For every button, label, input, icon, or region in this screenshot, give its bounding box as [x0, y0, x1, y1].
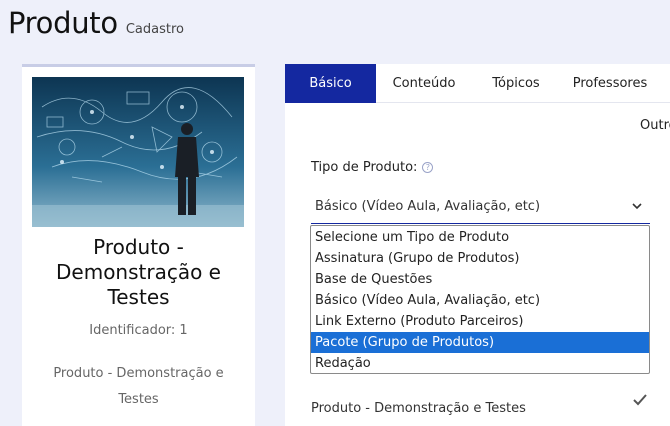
page-subtitle: Cadastro: [125, 22, 184, 37]
tipo-produto-label-text: Tipo de Produto:: [311, 160, 418, 175]
tipo-produto-select[interactable]: Básico (Vídeo Aula, Avaliação, etc): [311, 194, 650, 224]
chevron-down-icon: [632, 203, 642, 210]
dropdown-option[interactable]: Assinatura (Grupo de Produtos): [311, 248, 649, 269]
dropdown-option-highlighted[interactable]: Pacote (Grupo de Produtos): [311, 332, 649, 353]
dropdown-option[interactable]: Link Externo (Produto Parceiros): [311, 311, 649, 332]
dropdown-option[interactable]: Redação: [311, 353, 649, 374]
question-circle-icon[interactable]: ?: [422, 162, 434, 173]
page-header: Produto Cadastro: [8, 6, 184, 40]
tipo-produto-dropdown[interactable]: Selecione um Tipo de Produto Assinatura …: [310, 225, 650, 374]
produto-nome-value[interactable]: Produto - Demonstração e Testes: [311, 401, 526, 416]
product-description: Produto - Demonstração e Testes: [53, 366, 224, 407]
tab-topicos[interactable]: Tópicos: [472, 64, 560, 103]
tipo-produto-label: Tipo de Produto: ?: [311, 160, 434, 175]
product-name: Produto - Demonstração e Testes: [56, 235, 221, 309]
tab-bar: Básico Conteúdo Tópicos Professores: [285, 64, 670, 103]
product-identifier: Identificador: 1: [89, 323, 188, 338]
page-title: Produto: [8, 6, 118, 40]
product-image: [32, 77, 244, 227]
dropdown-option[interactable]: Base de Questões: [311, 269, 649, 290]
product-card: Produto - Demonstração e Testes Identifi…: [22, 64, 255, 426]
check-icon[interactable]: [633, 394, 647, 406]
tab-basico[interactable]: Básico: [285, 64, 376, 103]
tipo-produto-select-value: Básico (Vídeo Aula, Avaliação, etc): [315, 199, 541, 214]
dropdown-option[interactable]: Básico (Vídeo Aula, Avaliação, etc): [311, 290, 649, 311]
outro-label[interactable]: Outro: [640, 118, 670, 133]
dropdown-option[interactable]: Selecione um Tipo de Produto: [311, 227, 649, 248]
tab-conteudo[interactable]: Conteúdo: [376, 64, 472, 103]
tab-professores[interactable]: Professores: [560, 64, 660, 103]
